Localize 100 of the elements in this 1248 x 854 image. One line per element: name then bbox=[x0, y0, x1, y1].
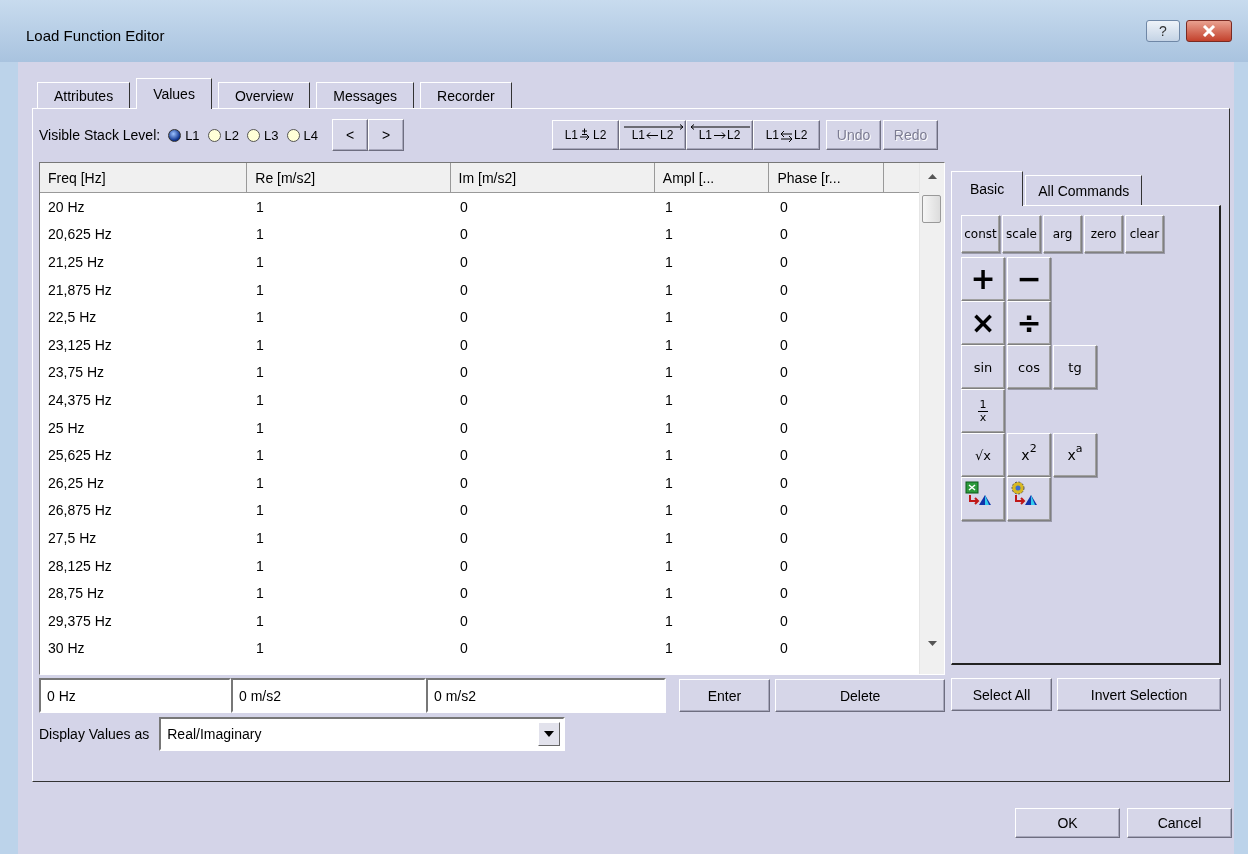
column-header[interactable]: Re [m/s2] bbox=[247, 163, 451, 193]
input-field[interactable]: 0 m/s2 bbox=[426, 678, 666, 713]
table-cell-text: 1 bbox=[664, 556, 674, 576]
table-cell-text: 0 bbox=[459, 611, 469, 631]
table-cell-text: 0 bbox=[779, 473, 789, 493]
input-field[interactable]: 0 Hz bbox=[39, 678, 231, 713]
table-cell-text: 1 bbox=[255, 363, 265, 383]
close-button[interactable] bbox=[1186, 20, 1232, 42]
command-button[interactable]: 1 x bbox=[961, 389, 1005, 433]
power-base: x bbox=[1021, 447, 1030, 463]
scroll-up-icon bbox=[927, 174, 937, 179]
command-button[interactable]: sin bbox=[961, 345, 1005, 389]
command-button[interactable] bbox=[961, 477, 1005, 521]
table-cell-text: 0 bbox=[459, 197, 469, 217]
close-icon bbox=[1202, 25, 1216, 37]
arrow-icon bbox=[713, 131, 726, 139]
stack-operation-button[interactable]: L1 L2 bbox=[686, 120, 753, 150]
table-cell-text: 1 bbox=[664, 473, 674, 493]
tab[interactable]: All Commands bbox=[1025, 175, 1143, 205]
table-cell-text: 1 bbox=[255, 280, 265, 300]
command-button[interactable]: const bbox=[961, 215, 1000, 253]
table-cell-text: 25 Hz bbox=[47, 418, 86, 438]
column-header[interactable]: Phase [r... bbox=[769, 163, 885, 193]
stack-level-label: Visible Stack Level: bbox=[39, 127, 161, 143]
table-cell-text: 1 bbox=[664, 528, 674, 548]
import-spreadsheet-icon bbox=[965, 481, 993, 507]
command-button[interactable]: zero bbox=[1084, 215, 1123, 253]
table-cell-text: 21,25 Hz bbox=[47, 253, 106, 272]
radio-button[interactable] bbox=[207, 128, 221, 142]
display-dropdown[interactable]: Real/Imaginary bbox=[159, 717, 566, 751]
command-button[interactable]: clear bbox=[1125, 215, 1164, 253]
table-cell-text: 28,75 Hz bbox=[47, 584, 106, 604]
column-header[interactable]: Ampl [... bbox=[654, 163, 770, 193]
command-button[interactable]: scale bbox=[1002, 215, 1041, 253]
invert-selection-button[interactable]: Invert Selection bbox=[1057, 678, 1221, 711]
table-cell-text: 1 bbox=[255, 446, 265, 466]
table-cell-text: 27,5 Hz bbox=[47, 528, 98, 548]
stack-operation-button[interactable]: L1 L2 bbox=[552, 120, 619, 150]
stack-operation-button[interactable]: L1 L2 bbox=[619, 120, 686, 150]
radio-label: L3 bbox=[264, 127, 279, 143]
stack-label: L2 bbox=[727, 128, 741, 142]
display-label: Display Values as bbox=[39, 726, 150, 742]
command-button[interactable]: √x bbox=[961, 433, 1005, 477]
command-button[interactable]: cos bbox=[1007, 345, 1051, 389]
tab[interactable]: Recorder bbox=[420, 82, 512, 108]
column-header[interactable]: Freq [Hz] bbox=[40, 163, 248, 193]
stack-label: L1 bbox=[765, 128, 779, 142]
tab[interactable]: Values bbox=[136, 78, 212, 109]
command-button[interactable]: − bbox=[1007, 257, 1051, 301]
previous-button[interactable]: < bbox=[332, 119, 368, 151]
table-cell-text: 0 bbox=[779, 556, 789, 576]
tab[interactable]: Attributes bbox=[37, 82, 131, 108]
command-button[interactable]: + bbox=[961, 257, 1005, 301]
command-button[interactable]: × bbox=[961, 301, 1005, 345]
column-header[interactable]: Im [m/s2] bbox=[450, 163, 655, 193]
table-cell-text: 0 bbox=[779, 280, 789, 300]
stack-label: L2 bbox=[593, 128, 607, 142]
select-all-button[interactable]: Select All bbox=[951, 678, 1052, 711]
tab[interactable]: Messages bbox=[316, 82, 415, 108]
help-button[interactable]: ? bbox=[1146, 20, 1180, 42]
radio-label: L4 bbox=[303, 127, 318, 143]
overline-arrow-icon bbox=[623, 124, 684, 130]
radio-button[interactable] bbox=[168, 128, 182, 142]
table-cell-text: 1 bbox=[255, 528, 265, 548]
table-cell-text: 0 bbox=[779, 611, 789, 631]
plus-minus-arrow-icon bbox=[579, 127, 592, 143]
command-button[interactable]: tg bbox=[1053, 345, 1097, 389]
table-cell-text: 0 bbox=[459, 418, 469, 438]
ok-button[interactable]: OK bbox=[1015, 808, 1120, 838]
command-button[interactable] bbox=[1007, 477, 1051, 521]
table-cell-text: 1 bbox=[664, 308, 674, 328]
scroll-thumb[interactable] bbox=[922, 195, 942, 223]
tab[interactable]: Overview bbox=[217, 82, 311, 108]
table-cell-text: 1 bbox=[664, 584, 674, 604]
cancel-button[interactable]: Cancel bbox=[1127, 808, 1232, 838]
command-button[interactable]: ÷ bbox=[1007, 301, 1051, 345]
table-cell-text: 0 bbox=[779, 335, 789, 355]
next-button[interactable]: > bbox=[368, 119, 404, 151]
scroll-down-icon bbox=[927, 641, 937, 646]
enter-button[interactable]: Enter bbox=[678, 679, 771, 712]
radio-button[interactable] bbox=[286, 128, 300, 142]
window-title: Load Function Editor bbox=[26, 25, 166, 44]
radio-button[interactable] bbox=[247, 128, 261, 142]
table-cell-text: 1 bbox=[664, 390, 674, 410]
scrollbar[interactable] bbox=[919, 163, 944, 674]
table-cell-text: 0 bbox=[779, 528, 789, 548]
table-cell-text: 0 bbox=[459, 390, 469, 410]
power-exponent: a bbox=[1075, 441, 1083, 455]
delete-button[interactable]: Delete bbox=[775, 679, 945, 712]
table-cell-text: 1 bbox=[255, 584, 265, 604]
table-cell-text: 1 bbox=[255, 556, 265, 576]
table-cell-text: 0 bbox=[779, 418, 789, 438]
stack-operation-button[interactable]: L1 L2 bbox=[753, 120, 820, 150]
table-cell-text: 1 bbox=[664, 280, 674, 300]
tab[interactable]: Basic bbox=[951, 171, 1024, 206]
table-cell-text: 20,625 Hz bbox=[47, 225, 113, 245]
command-button[interactable]: arg bbox=[1043, 215, 1082, 253]
dropdown-value: Real/Imaginary bbox=[167, 726, 262, 742]
input-field[interactable]: 0 m/s2 bbox=[231, 678, 426, 713]
table-cell-text: 1 bbox=[664, 225, 674, 245]
